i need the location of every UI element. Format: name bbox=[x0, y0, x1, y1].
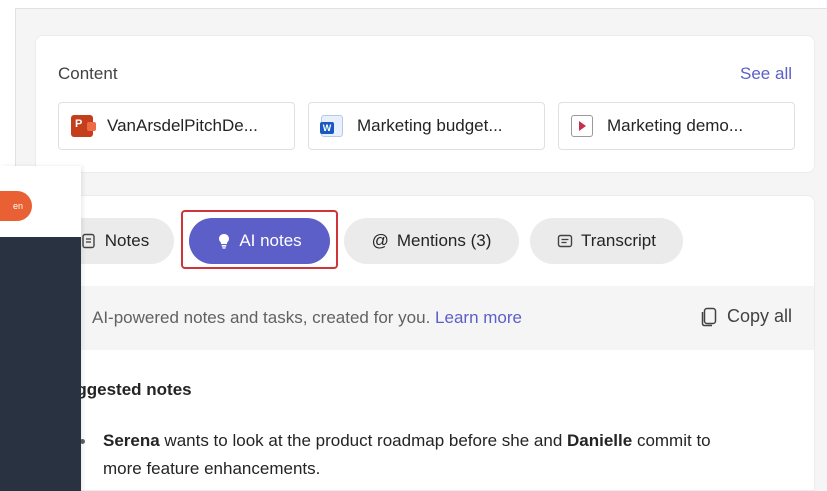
file-name: Marketing demo... bbox=[607, 116, 744, 135]
file-name: Marketing budget... bbox=[357, 116, 503, 135]
tab-label: AI notes bbox=[239, 231, 302, 250]
file-chip-marketing-budget[interactable]: W Marketing budget... bbox=[308, 102, 545, 150]
notes-section: Notes AI notes @ Mentions (3) Transcript… bbox=[35, 195, 815, 491]
powerpoint-file-icon: P bbox=[71, 115, 96, 137]
suggested-notes-heading: uggested notes bbox=[66, 380, 192, 399]
file-chip-marketing-demo[interactable]: Marketing demo... bbox=[558, 102, 795, 150]
orange-button-label: en bbox=[12, 201, 23, 211]
file-chip-pitch-deck[interactable]: P VanArsdelPitchDe... bbox=[58, 102, 295, 150]
tab-transcript[interactable]: Transcript bbox=[530, 218, 683, 264]
copy-all-label: Copy all bbox=[726, 306, 792, 326]
at-icon: @ bbox=[371, 231, 389, 250]
lightbulb-icon bbox=[219, 234, 230, 249]
transcript-icon bbox=[557, 234, 573, 248]
tab-label: Transcript bbox=[581, 231, 656, 250]
dark-panel bbox=[0, 237, 81, 491]
copy-all-button[interactable]: Copy all bbox=[701, 306, 792, 327]
learn-more-link[interactable]: Learn more bbox=[435, 308, 522, 327]
content-section: Content See all P VanArsdelPitchDe... W … bbox=[35, 35, 815, 173]
copy-icon bbox=[701, 307, 717, 326]
tab-ai-notes[interactable]: AI notes bbox=[189, 218, 330, 264]
person-name: Danielle bbox=[567, 431, 633, 450]
tab-label: Notes bbox=[104, 231, 150, 250]
left-overlay-panel: en bbox=[0, 166, 81, 491]
file-name: VanArsdelPitchDe... bbox=[107, 116, 258, 135]
suggested-note-item: Serena wants to look at the product road… bbox=[103, 427, 743, 483]
word-file-icon: W bbox=[320, 115, 343, 137]
note-text: wants to look at the product roadmap bef… bbox=[159, 431, 568, 450]
info-text: AI-powered notes and tasks, created for … bbox=[92, 308, 522, 328]
ai-info-bar: AI-powered notes and tasks, created for … bbox=[36, 286, 814, 350]
person-name: Serena bbox=[103, 431, 160, 450]
video-file-icon bbox=[571, 115, 593, 137]
notes-icon bbox=[82, 233, 95, 249]
orange-action-button[interactable]: en bbox=[0, 191, 32, 221]
tab-label: Mentions (3) bbox=[396, 231, 492, 250]
see-all-link[interactable]: See all bbox=[740, 64, 792, 84]
tab-mentions[interactable]: @ Mentions (3) bbox=[344, 218, 519, 264]
info-description: AI-powered notes and tasks, created for … bbox=[92, 308, 431, 327]
content-title: Content bbox=[58, 64, 118, 83]
